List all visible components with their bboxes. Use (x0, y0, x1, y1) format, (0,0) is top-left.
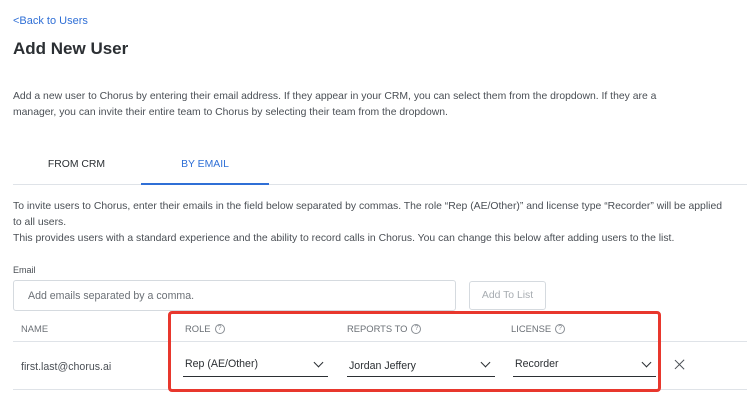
email-label: Email (13, 265, 36, 275)
info-circle-icon[interactable]: ? (214, 323, 225, 334)
back-to-users-link[interactable]: <Back to Users (13, 15, 88, 27)
chevron-down-icon (480, 357, 491, 368)
license-select-value: Recorder (515, 358, 559, 370)
column-header-license: LICENSE ? (511, 323, 566, 334)
instructions-line-1: To invite users to Chorus, enter their e… (13, 201, 723, 228)
divider (13, 341, 747, 342)
chevron-down-icon (313, 357, 324, 368)
intro-text: Add a new user to Chorus by entering the… (13, 91, 657, 118)
tab-by-email[interactable]: BY EMAIL (141, 150, 269, 185)
page-title: Add New User (13, 39, 129, 58)
chevron-down-icon (641, 357, 652, 368)
user-email: first.last@chorus.ai (21, 361, 112, 373)
divider (13, 389, 747, 390)
add-to-list-button[interactable]: Add To List (469, 281, 546, 310)
reports-to-select[interactable]: Jordan Jeffery (347, 350, 495, 377)
column-header-name: NAME (21, 323, 48, 334)
info-circle-icon[interactable]: ? (555, 323, 566, 334)
column-header-reports-to: REPORTS TO ? (347, 323, 422, 334)
tab-bar: FROM CRM BY EMAIL (13, 150, 747, 185)
column-header-role-label: ROLE (185, 323, 211, 334)
tab-from-crm[interactable]: FROM CRM (13, 150, 140, 185)
instructions: To invite users to Chorus, enter their e… (13, 199, 733, 247)
column-header-role: ROLE ? (185, 323, 225, 334)
instructions-line-2: This provides users with a standard expe… (13, 233, 675, 244)
column-header-name-label: NAME (21, 323, 49, 334)
column-header-reports-to-label: REPORTS TO (347, 323, 408, 334)
email-input[interactable] (13, 280, 456, 311)
role-select-value: Rep (AE/Other) (185, 358, 259, 370)
role-select[interactable]: Rep (AE/Other) (183, 350, 328, 377)
reports-to-select-value: Jordan Jeffery (349, 360, 416, 372)
license-select[interactable]: Recorder (513, 350, 656, 377)
info-circle-icon[interactable]: ? (411, 323, 422, 334)
column-header-license-label: LICENSE (511, 323, 552, 334)
close-icon[interactable] (672, 357, 688, 373)
